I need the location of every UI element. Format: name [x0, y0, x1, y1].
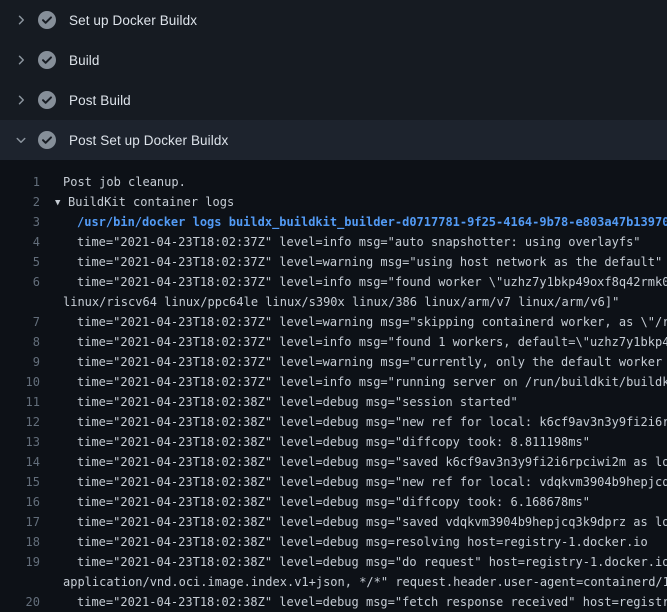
log-text: time="2021-04-23T18:02:38Z" level=debug … — [77, 435, 590, 449]
log-line-number[interactable]: 6 — [0, 272, 40, 292]
log-text: time="2021-04-23T18:02:38Z" level=debug … — [77, 415, 667, 429]
log-group-line[interactable]: 2 ▼BuildKit container logs — [0, 192, 667, 212]
log-line: 11 time="2021-04-23T18:02:38Z" level=debu… — [0, 392, 667, 412]
log-line-number[interactable]: 14 — [0, 452, 40, 472]
log-text: application/vnd.oci.image.index.v1+json,… — [63, 575, 667, 589]
log-text: time="2021-04-23T18:02:38Z" level=debug … — [77, 395, 518, 409]
step-row-post-build[interactable]: Post Build — [0, 80, 667, 120]
log-line: 13 time="2021-04-23T18:02:38Z" level=debu… — [0, 432, 667, 452]
step-row-set-up-docker-buildx[interactable]: Set up Docker Buildx — [0, 0, 667, 40]
log-text: time="2021-04-23T18:02:37Z" level=warnin… — [77, 315, 667, 329]
log-text: time="2021-04-23T18:02:38Z" level=debug … — [77, 595, 667, 609]
log-line-number[interactable]: 9 — [0, 352, 40, 372]
group-collapse-triangle-icon: ▼ — [55, 193, 68, 212]
log-line-continuation: application/vnd.oci.image.index.v1+json,… — [0, 572, 667, 592]
log-line: 12 time="2021-04-23T18:02:38Z" level=debu… — [0, 412, 667, 432]
log-line: 6 time="2021-04-23T18:02:37Z" level=info … — [0, 272, 667, 292]
log-line-number[interactable]: 5 — [0, 252, 40, 272]
log-text: linux/riscv64 linux/ppc64le linux/s390x … — [63, 295, 619, 309]
log-line: 16 time="2021-04-23T18:02:38Z" level=debu… — [0, 492, 667, 512]
log-text: time="2021-04-23T18:02:37Z" level=info m… — [77, 275, 667, 289]
log-line-number[interactable]: 4 — [0, 232, 40, 252]
log-command-text: /usr/bin/docker logs buildx_buildkit_bui… — [77, 215, 667, 229]
workflow-steps-list: Set up Docker Buildx Build Post Build Post … — [0, 0, 667, 160]
check-circle-icon — [37, 10, 57, 30]
log-line: 15 time="2021-04-23T18:02:38Z" level=debu… — [0, 472, 667, 492]
step-log-output: 1 Post job cleanup. 2 ▼BuildKit container l… — [0, 160, 667, 612]
log-line-number[interactable]: 1 — [0, 172, 40, 192]
log-line: 7 time="2021-04-23T18:02:37Z" level=warni… — [0, 312, 667, 332]
log-line: 20 time="2021-04-23T18:02:38Z" level=debu… — [0, 592, 667, 612]
step-label: Post Build — [69, 93, 131, 108]
log-line-number[interactable]: 2 — [0, 192, 40, 212]
log-line-number[interactable]: 8 — [0, 332, 40, 352]
log-line: 19 time="2021-04-23T18:02:38Z" level=debu… — [0, 552, 667, 572]
log-line-continuation: linux/riscv64 linux/ppc64le linux/s390x … — [0, 292, 667, 312]
chevron-right-icon — [14, 14, 27, 27]
log-line-number[interactable]: 11 — [0, 392, 40, 412]
step-label: Build — [69, 53, 100, 68]
log-line: 9 time="2021-04-23T18:02:37Z" level=warni… — [0, 352, 667, 372]
log-text: time="2021-04-23T18:02:37Z" level=info m… — [77, 375, 667, 389]
log-text: Post job cleanup. — [63, 175, 186, 189]
log-line-number[interactable]: 20 — [0, 592, 40, 612]
check-circle-icon — [37, 50, 57, 70]
log-text: time="2021-04-23T18:02:38Z" level=debug … — [77, 515, 667, 529]
log-text: BuildKit container logs — [68, 195, 234, 209]
log-line-number[interactable]: 15 — [0, 472, 40, 492]
chevron-right-icon — [14, 94, 27, 107]
chevron-down-icon — [14, 134, 27, 147]
log-line-number[interactable]: 7 — [0, 312, 40, 332]
log-text: time="2021-04-23T18:02:38Z" level=debug … — [77, 555, 667, 569]
log-line-number[interactable]: 19 — [0, 552, 40, 572]
log-line: 8 time="2021-04-23T18:02:37Z" level=info … — [0, 332, 667, 352]
log-text: time="2021-04-23T18:02:38Z" level=debug … — [77, 455, 667, 469]
log-line: 4 time="2021-04-23T18:02:37Z" level=info … — [0, 232, 667, 252]
log-text: time="2021-04-23T18:02:37Z" level=warnin… — [77, 355, 667, 369]
step-row-build[interactable]: Build — [0, 40, 667, 80]
log-line-number[interactable]: 10 — [0, 372, 40, 392]
log-text: time="2021-04-23T18:02:38Z" level=debug … — [77, 495, 590, 509]
step-label: Post Set up Docker Buildx — [69, 133, 228, 148]
log-line-number[interactable]: 18 — [0, 532, 40, 552]
log-line-number[interactable]: 13 — [0, 432, 40, 452]
log-text: time="2021-04-23T18:02:37Z" level=info m… — [77, 235, 641, 249]
check-circle-icon — [37, 90, 57, 110]
check-circle-icon — [37, 130, 57, 150]
log-line: 14 time="2021-04-23T18:02:38Z" level=debu… — [0, 452, 667, 472]
log-line: 3/usr/bin/docker logs buildx_buildkit_bu… — [0, 212, 667, 232]
log-text: time="2021-04-23T18:02:37Z" level=info m… — [77, 335, 667, 349]
chevron-right-icon — [14, 54, 27, 67]
log-line-number[interactable]: 12 — [0, 412, 40, 432]
log-text: time="2021-04-23T18:02:37Z" level=warnin… — [77, 255, 662, 269]
log-line-number[interactable]: 3 — [0, 212, 40, 232]
log-text: time="2021-04-23T18:02:38Z" level=debug … — [77, 535, 648, 549]
log-line: 18 time="2021-04-23T18:02:38Z" level=debu… — [0, 532, 667, 552]
log-line: 17 time="2021-04-23T18:02:38Z" level=debu… — [0, 512, 667, 532]
log-text: time="2021-04-23T18:02:38Z" level=debug … — [77, 475, 667, 489]
log-line-number[interactable]: 17 — [0, 512, 40, 532]
log-line: 1 Post job cleanup. — [0, 172, 667, 192]
log-line: 10 time="2021-04-23T18:02:37Z" level=info… — [0, 372, 667, 392]
step-label: Set up Docker Buildx — [69, 13, 197, 28]
step-row-post-set-up-docker-buildx[interactable]: Post Set up Docker Buildx — [0, 120, 667, 160]
log-line-number[interactable]: 16 — [0, 492, 40, 512]
log-line: 5 time="2021-04-23T18:02:37Z" level=warni… — [0, 252, 667, 272]
